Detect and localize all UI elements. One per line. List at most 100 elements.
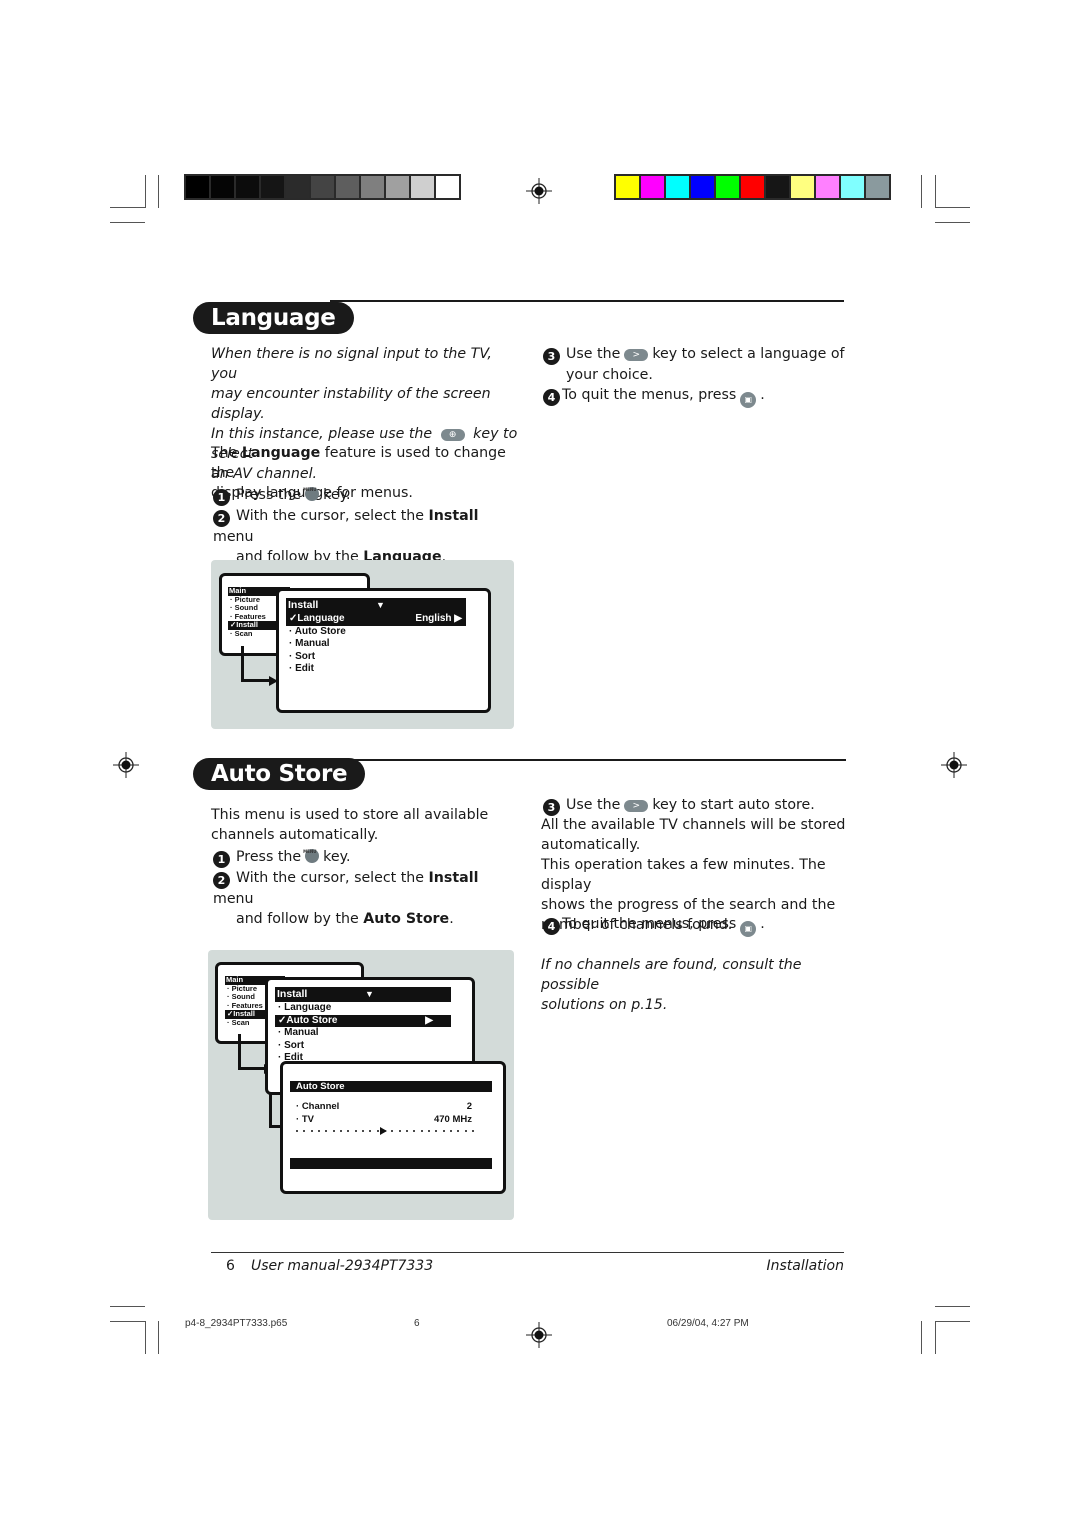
gray-swatch [336,176,359,198]
step-number-badge: 2 [213,872,230,889]
step-text: . [760,387,765,403]
language-step-1: 1 Press the key. [213,480,351,506]
step-text: menu [213,891,254,907]
step-text: your choice. [566,367,653,383]
exit-key-icon: ▣ [740,921,757,937]
search-progress-bar [296,1126,474,1138]
connector-line [241,679,271,682]
step-number-badge: 1 [213,851,230,868]
progress-dot [325,1130,328,1132]
step-text: With the cursor, select the [236,870,429,886]
frequency-row: · TV 470 MHz [296,1113,472,1125]
dropdown-arrow-icon: ▼ [376,600,385,610]
step-bold: Install [428,508,479,524]
step-text: key. [323,849,351,865]
crop-mark [110,1306,145,1307]
registration-mark-icon [526,1322,552,1348]
menu-key-icon [303,480,320,501]
step-text: key. [323,487,351,503]
install-menu-title: Install [277,988,308,1000]
gray-swatch [411,176,434,198]
step-text: Press the [236,849,302,865]
section-heading-auto-store: Auto Store [193,758,366,790]
install-menu-title: Install [288,599,319,611]
menu-item-label: · Sort [278,1039,305,1051]
gray-swatch [311,176,334,198]
step-bold: Auto Store [363,911,450,927]
progress-dot [310,1130,313,1132]
install-menu-item: · Sort [286,651,466,664]
note-line: If no channels are found, consult the po… [541,957,802,993]
menu-item-label: · Language [278,1002,332,1013]
progress-dot [464,1130,467,1132]
install-menu-item: ✓Language English ▶ [286,613,466,626]
progress-dot [332,1130,335,1132]
install-menu-item: · Language [275,1002,451,1015]
color-swatch [866,176,889,198]
step-number-badge: 3 [543,799,560,816]
menu-item-value: English ▶ [415,613,462,624]
progress-marker-icon [380,1127,387,1135]
step-number-badge: 2 [213,510,230,527]
crop-mark [935,175,936,208]
connector-line [238,1067,266,1070]
intro-line: This menu is used to store all available [211,807,489,823]
registration-mark-icon [113,752,139,778]
channel-value: 2 [466,1101,472,1112]
menu-key-icon [303,842,320,863]
menu-item-label: · Manual [278,1027,319,1038]
step-text: To quit the menus, press [562,387,737,403]
color-bar [614,174,891,200]
right-key-icon: > [624,349,649,361]
right-key-icon: > [624,800,649,812]
gray-swatch [186,176,209,198]
gray-swatch [261,176,284,198]
crop-mark [158,1321,159,1354]
progress-dot [457,1130,460,1132]
progress-dot [318,1130,320,1132]
auto-store-intro: This menu is used to store all available… [211,805,521,845]
progress-dot [376,1130,379,1132]
color-swatch [716,176,739,198]
gray-swatch [361,176,384,198]
section-rule [330,300,844,302]
progress-dot [340,1130,342,1132]
crop-mark [935,1321,936,1354]
step-bold: Install [428,870,479,886]
registration-mark-icon [526,178,552,204]
color-swatch [666,176,689,198]
progress-dot [296,1130,298,1132]
crop-mark [145,1321,146,1354]
footer-rule [211,1252,844,1253]
menu-item-label: · Manual [289,638,330,649]
install-menu-header: Install ▼ [286,598,466,613]
auto-store-step-1: 1 Press the key. [213,842,351,868]
color-swatch [841,176,864,198]
body-line: shows the progress of the search and the [541,897,836,913]
body-line: All the available TV channels will be st… [541,817,846,833]
install-menu-item: · Sort [275,1040,451,1053]
exit-key-icon: ▣ [740,392,757,408]
crop-mark [145,175,146,208]
install-menu-item: · Manual [275,1027,451,1040]
crop-mark [935,207,970,208]
install-menu-item: · Manual [286,638,466,651]
av-key-icon: ⊕ [440,429,465,441]
progress-dot [406,1130,408,1132]
progress-dot [420,1130,423,1132]
progress-dot [442,1130,445,1132]
gray-swatch [436,176,459,198]
manual-title: User manual-2934PT7333 [251,1258,434,1274]
color-swatch [691,176,714,198]
install-menu-item: · Auto Store [286,626,466,639]
progress-dot [450,1130,452,1132]
progress-dot [391,1130,394,1132]
install-menu-item: ✓Auto Store ▶ [275,1014,451,1027]
progress-dot [347,1130,350,1132]
step-number-badge: 3 [543,348,560,365]
section-heading-language: Language [193,302,354,334]
intro-line: The Language feature is used to change t… [211,443,521,483]
auto-store-header: Auto Store [290,1081,492,1092]
submenu-arrow-icon: ▶ [425,1014,433,1026]
progress-dot [398,1130,401,1132]
